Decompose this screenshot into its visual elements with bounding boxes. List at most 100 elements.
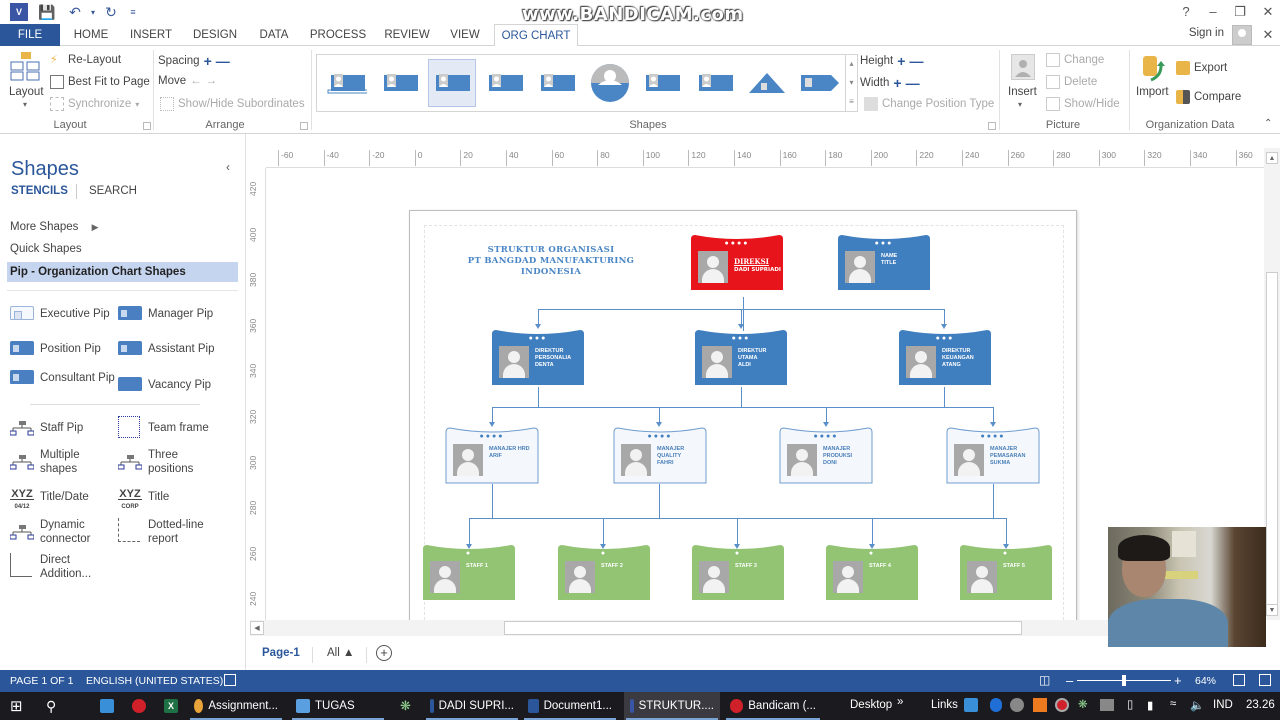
all-pages-button[interactable]: All ▲ xyxy=(327,647,354,659)
director-card[interactable]: ●●● DIREKTUR KEUANGAN ATANG xyxy=(898,328,992,386)
expand-dots-icon[interactable]: ●●●● xyxy=(613,433,707,440)
stencil-item-manager-pip[interactable]: Manager Pip xyxy=(118,306,226,322)
manager-card[interactable]: ●●●● MANAJER PEMASARAN SUKMA xyxy=(946,426,1040,484)
zoom-in-icon[interactable]: + xyxy=(1174,673,1182,688)
relayout-button[interactable]: ⚡ Re-Layout xyxy=(50,53,121,67)
tab-home[interactable]: HOME xyxy=(66,24,116,46)
person-photo-icon[interactable] xyxy=(787,444,817,476)
expand-dots-icon[interactable]: ● xyxy=(557,550,651,557)
import-button[interactable]: Import xyxy=(1136,86,1169,98)
connector-line[interactable] xyxy=(872,518,873,546)
tray-device-icon[interactable] xyxy=(1100,699,1114,711)
show-hide-picture-button[interactable]: Show/Hide xyxy=(1046,97,1120,111)
scroll-left-icon[interactable]: ◀ xyxy=(250,621,264,635)
toolbar-expand-icon[interactable]: » xyxy=(897,696,903,708)
connector-line[interactable] xyxy=(492,407,993,408)
switch-windows-icon[interactable] xyxy=(1259,674,1271,686)
stencil-item-position-pip[interactable]: Position Pip xyxy=(10,341,118,357)
presentation-mode-icon[interactable]: ◫ xyxy=(1039,673,1050,687)
expand-dots-icon[interactable]: ●●● xyxy=(898,335,992,342)
collapse-ribbon-icon[interactable]: ⌃ xyxy=(1264,118,1272,129)
insert-picture-button[interactable]: Insert xyxy=(1008,86,1037,98)
tab-data[interactable]: DATA xyxy=(252,24,296,46)
person-photo-icon[interactable] xyxy=(621,444,651,476)
stencil-item-vacancy-pip[interactable]: Vacancy Pip xyxy=(118,377,226,393)
stencil-item-consultant-pip[interactable]: Consultant Pip xyxy=(10,370,118,386)
opera-button[interactable] xyxy=(126,692,152,720)
gallery-triangle-style-icon[interactable] xyxy=(743,59,791,107)
usb-icon[interactable]: ▯ xyxy=(1127,697,1133,711)
assistant-card[interactable]: ●●● Name Title xyxy=(837,233,931,291)
save-icon[interactable]: 💾 xyxy=(38,3,56,21)
width-decrease-icon[interactable]: — xyxy=(906,75,920,91)
restore-button[interactable]: ❐ xyxy=(1228,2,1252,22)
person-photo-icon[interactable] xyxy=(699,561,729,593)
connector-line[interactable] xyxy=(737,518,738,546)
close-document-button[interactable]: ✕ xyxy=(1256,25,1280,45)
person-photo-icon[interactable] xyxy=(430,561,460,593)
tray-app-icon[interactable] xyxy=(1010,698,1024,712)
collapse-panel-icon[interactable]: ‹ xyxy=(226,160,230,174)
person-photo-icon[interactable] xyxy=(967,561,997,593)
quick-shapes-link[interactable]: Quick Shapes xyxy=(10,243,82,255)
redo-icon[interactable]: ↻ xyxy=(102,3,120,21)
stencil-item-multiple-shapes[interactable]: Multiple shapes xyxy=(9,448,118,476)
fit-page-icon[interactable] xyxy=(1233,674,1245,686)
vertical-scroll-thumb[interactable] xyxy=(1266,272,1278,612)
gallery-bracket-style-icon[interactable] xyxy=(533,59,581,107)
height-increase-icon[interactable]: + xyxy=(897,53,905,69)
bandicam-tray-icon[interactable] xyxy=(1055,698,1069,712)
battery-icon[interactable]: ▮ xyxy=(1147,698,1153,712)
connector-line[interactable] xyxy=(993,484,994,518)
gallery-belt-style-icon[interactable] xyxy=(323,59,371,107)
gallery-arrow-style-icon[interactable] xyxy=(796,59,844,107)
person-photo-icon[interactable] xyxy=(702,346,732,378)
expand-dots-icon[interactable]: ● xyxy=(691,550,785,557)
gallery-more-icon[interactable]: ≡ xyxy=(845,93,857,112)
expand-dots-icon[interactable]: ● xyxy=(422,550,516,557)
staff-card[interactable]: ● Staff 5 xyxy=(959,543,1053,601)
links-toolbar[interactable]: Links xyxy=(931,699,958,711)
best-fit-button[interactable]: Best Fit to Page xyxy=(50,75,150,89)
stencil-item-title[interactable]: XYZ CORP Title xyxy=(118,489,226,510)
volume-icon[interactable]: 🔈 xyxy=(1190,698,1204,712)
spacing-increase-icon[interactable]: + xyxy=(204,53,212,69)
staff-card[interactable]: ● Staff 3 xyxy=(691,543,785,601)
show-hide-subordinates-button[interactable]: Show/Hide Subordinates xyxy=(160,97,305,111)
macro-record-icon[interactable] xyxy=(224,674,236,686)
staff-card[interactable]: ● Staff 2 xyxy=(557,543,651,601)
connector-line[interactable] xyxy=(538,387,539,407)
compare-button[interactable]: Compare xyxy=(1176,90,1241,104)
expand-dots-icon[interactable]: ● xyxy=(959,550,1053,557)
vertical-scrollbar[interactable]: ▲ ▼ xyxy=(1264,148,1280,620)
connector-line[interactable] xyxy=(492,484,493,518)
connector-line[interactable] xyxy=(659,484,660,518)
stencil-item-dynamic-connector[interactable]: Dynamic connector xyxy=(9,518,118,546)
stencil-item-direct-addition[interactable]: Direct Addition... xyxy=(10,553,110,581)
tab-search[interactable]: SEARCH xyxy=(89,185,137,197)
gallery-pip-style-icon[interactable] xyxy=(428,59,476,107)
stencil-item-dotted-line-report[interactable]: Dotted-line report xyxy=(118,518,226,546)
gallery-card-style-icon[interactable] xyxy=(638,59,686,107)
move-right-icon[interactable]: → xyxy=(206,75,218,87)
undo-dropdown-icon[interactable]: ▾ xyxy=(84,3,102,21)
start-button[interactable]: ⊞ xyxy=(4,692,29,720)
staff-card[interactable]: ● Staff 4 xyxy=(825,543,919,601)
manager-card[interactable]: ●●●● MANAJER PRODUKSI DONI xyxy=(779,426,873,484)
import-icon[interactable] xyxy=(1141,54,1167,82)
expand-dots-icon[interactable]: ●●●● xyxy=(690,240,784,247)
stencil-item-executive-pip[interactable]: Executive Pip xyxy=(10,306,118,322)
expand-dots-icon[interactable]: ●●● xyxy=(491,335,585,342)
zoom-slider-thumb[interactable] xyxy=(1122,675,1127,686)
person-photo-icon[interactable] xyxy=(565,561,595,593)
tab-org-chart[interactable]: ORG CHART xyxy=(494,24,578,47)
change-picture-button[interactable]: Change xyxy=(1046,53,1104,67)
google-drive-icon[interactable] xyxy=(964,698,978,712)
tab-review[interactable]: REVIEW xyxy=(380,24,434,46)
connector-line[interactable] xyxy=(469,518,470,546)
person-photo-icon[interactable] xyxy=(453,444,483,476)
close-button[interactable]: ✕ xyxy=(1256,2,1280,22)
desktop-toolbar[interactable]: Desktop xyxy=(850,699,892,711)
input-language[interactable]: IND xyxy=(1213,699,1233,711)
gallery-scroll-up-icon[interactable]: ▴ xyxy=(845,55,857,74)
